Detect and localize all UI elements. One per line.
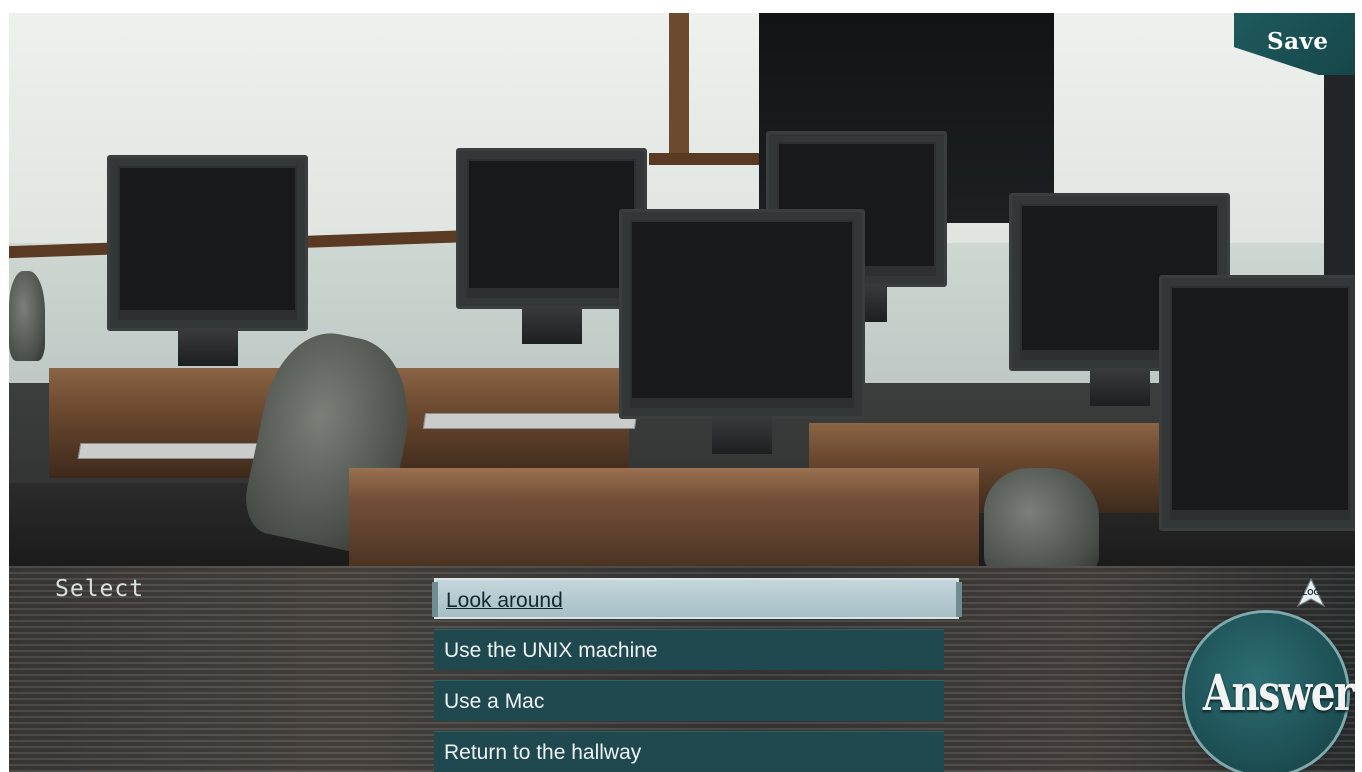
choice-label: Return to the hallway	[444, 741, 642, 764]
monitor	[107, 155, 308, 366]
chair	[9, 271, 45, 361]
answer-emblem-icon: Answer	[1202, 663, 1355, 722]
choice-look-around[interactable]: Look around	[432, 578, 962, 619]
log-arrow-icon[interactable]: LOG	[1296, 578, 1326, 608]
choice-label: Look around	[446, 589, 563, 612]
choice-label: Use the UNIX machine	[444, 639, 658, 662]
monitor	[619, 209, 865, 454]
choice-return-to-hallway[interactable]: Return to the hallway	[434, 731, 944, 772]
game-window: Save Select Look around Use the UNIX mac…	[9, 13, 1355, 772]
save-label[interactable]: Save	[1267, 28, 1329, 55]
choice-use-a-mac[interactable]: Use a Mac	[434, 680, 944, 721]
monitor	[1159, 275, 1355, 531]
choice-use-unix-machine[interactable]: Use the UNIX machine	[434, 629, 944, 670]
log-label: LOG	[1302, 588, 1319, 597]
keyboard	[422, 413, 638, 429]
keyboard	[77, 443, 273, 459]
panel-title: Select	[55, 576, 145, 602]
wall-rail	[649, 153, 759, 165]
scene-background	[9, 13, 1355, 568]
chair	[984, 468, 1099, 568]
answer-button[interactable]: Answer	[1185, 613, 1355, 772]
desk	[349, 468, 979, 568]
choice-panel: Select Look around Use the UNIX machine …	[9, 566, 1355, 772]
window-post	[669, 13, 689, 163]
choice-label: Use a Mac	[444, 690, 545, 713]
